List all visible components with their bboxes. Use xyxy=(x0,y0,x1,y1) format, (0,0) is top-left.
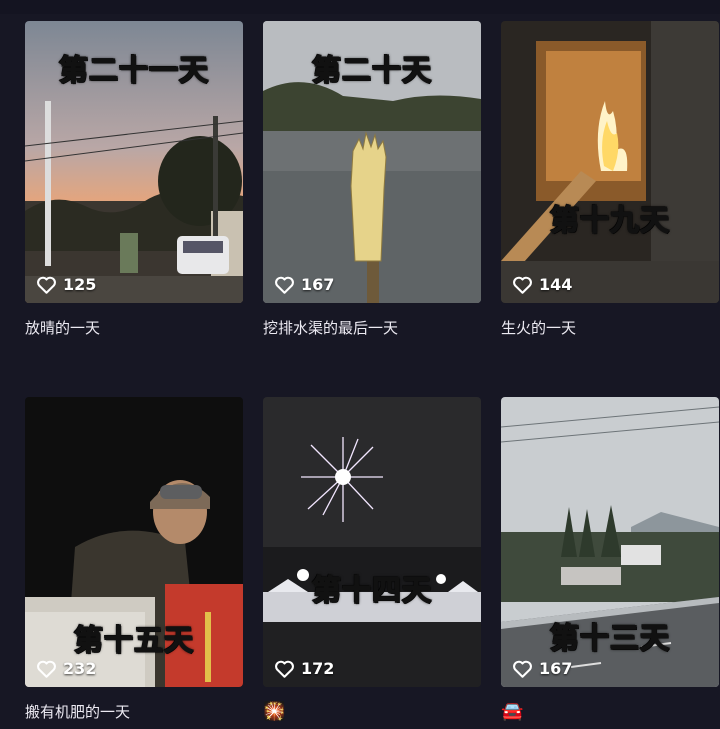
video-card[interactable]: 第二十一天 125 放晴的一天 xyxy=(25,21,243,339)
video-caption[interactable]: 🚘 xyxy=(501,701,719,723)
video-card[interactable]: 第十三天 167 🚘 xyxy=(501,397,719,723)
video-card[interactable]: 第二十天 167 挖排水渠的最后一天 xyxy=(263,21,481,339)
like-count: 167 xyxy=(274,275,334,294)
video-grid: 第二十一天 125 放晴的一天 第二十天 167 挖排水渠的最后一天 第十九天 … xyxy=(0,0,720,729)
like-count: 125 xyxy=(36,275,96,294)
video-thumbnail[interactable]: 第二十天 167 xyxy=(263,21,481,303)
overlay-day-title: 第二十一天 xyxy=(58,52,209,88)
video-caption[interactable]: 生火的一天 xyxy=(501,317,719,339)
like-count-value: 144 xyxy=(539,275,573,294)
like-count-value: 125 xyxy=(63,275,97,294)
overlay-day-title: 第十四天 xyxy=(311,572,432,608)
heart-outline-icon xyxy=(37,660,56,678)
video-card[interactable]: 第十四天 172 🎇 xyxy=(263,397,481,723)
overlay-day-title: 第十五天 xyxy=(73,622,194,658)
thumbnail-image xyxy=(263,397,481,687)
video-thumbnail[interactable]: 第十五天 232 xyxy=(25,397,243,687)
heart-outline-icon xyxy=(513,276,532,294)
video-caption[interactable]: 挖排水渠的最后一天 xyxy=(263,317,481,339)
video-thumbnail[interactable]: 第十四天 172 xyxy=(263,397,481,687)
overlay-day-title: 第二十天 xyxy=(311,52,432,88)
heart-outline-icon xyxy=(275,276,294,294)
video-thumbnail[interactable]: 第二十一天 125 xyxy=(25,21,243,303)
video-caption[interactable]: 放晴的一天 xyxy=(25,317,243,339)
like-count-value: 167 xyxy=(301,275,335,294)
like-count-value: 172 xyxy=(301,659,335,678)
like-count: 172 xyxy=(274,659,334,678)
video-thumbnail[interactable]: 第十九天 144 xyxy=(501,21,719,303)
video-thumbnail[interactable]: 第十三天 167 xyxy=(501,397,719,687)
video-caption[interactable]: 🎇 xyxy=(263,701,481,723)
thumbnail-image xyxy=(501,21,719,303)
heart-outline-icon xyxy=(513,660,532,678)
video-card[interactable]: 第十九天 144 生火的一天 xyxy=(501,21,719,339)
video-card[interactable]: 第十五天 232 搬有机肥的一天 xyxy=(25,397,243,723)
overlay-day-title: 第十三天 xyxy=(549,620,670,656)
like-count-value: 232 xyxy=(63,659,97,678)
like-count: 167 xyxy=(512,659,572,678)
like-count: 144 xyxy=(512,275,572,294)
like-count: 232 xyxy=(36,659,96,678)
video-caption[interactable]: 搬有机肥的一天 xyxy=(25,701,243,723)
heart-outline-icon xyxy=(37,276,56,294)
like-count-value: 167 xyxy=(539,659,573,678)
overlay-day-title: 第十九天 xyxy=(549,202,670,238)
heart-outline-icon xyxy=(275,660,294,678)
